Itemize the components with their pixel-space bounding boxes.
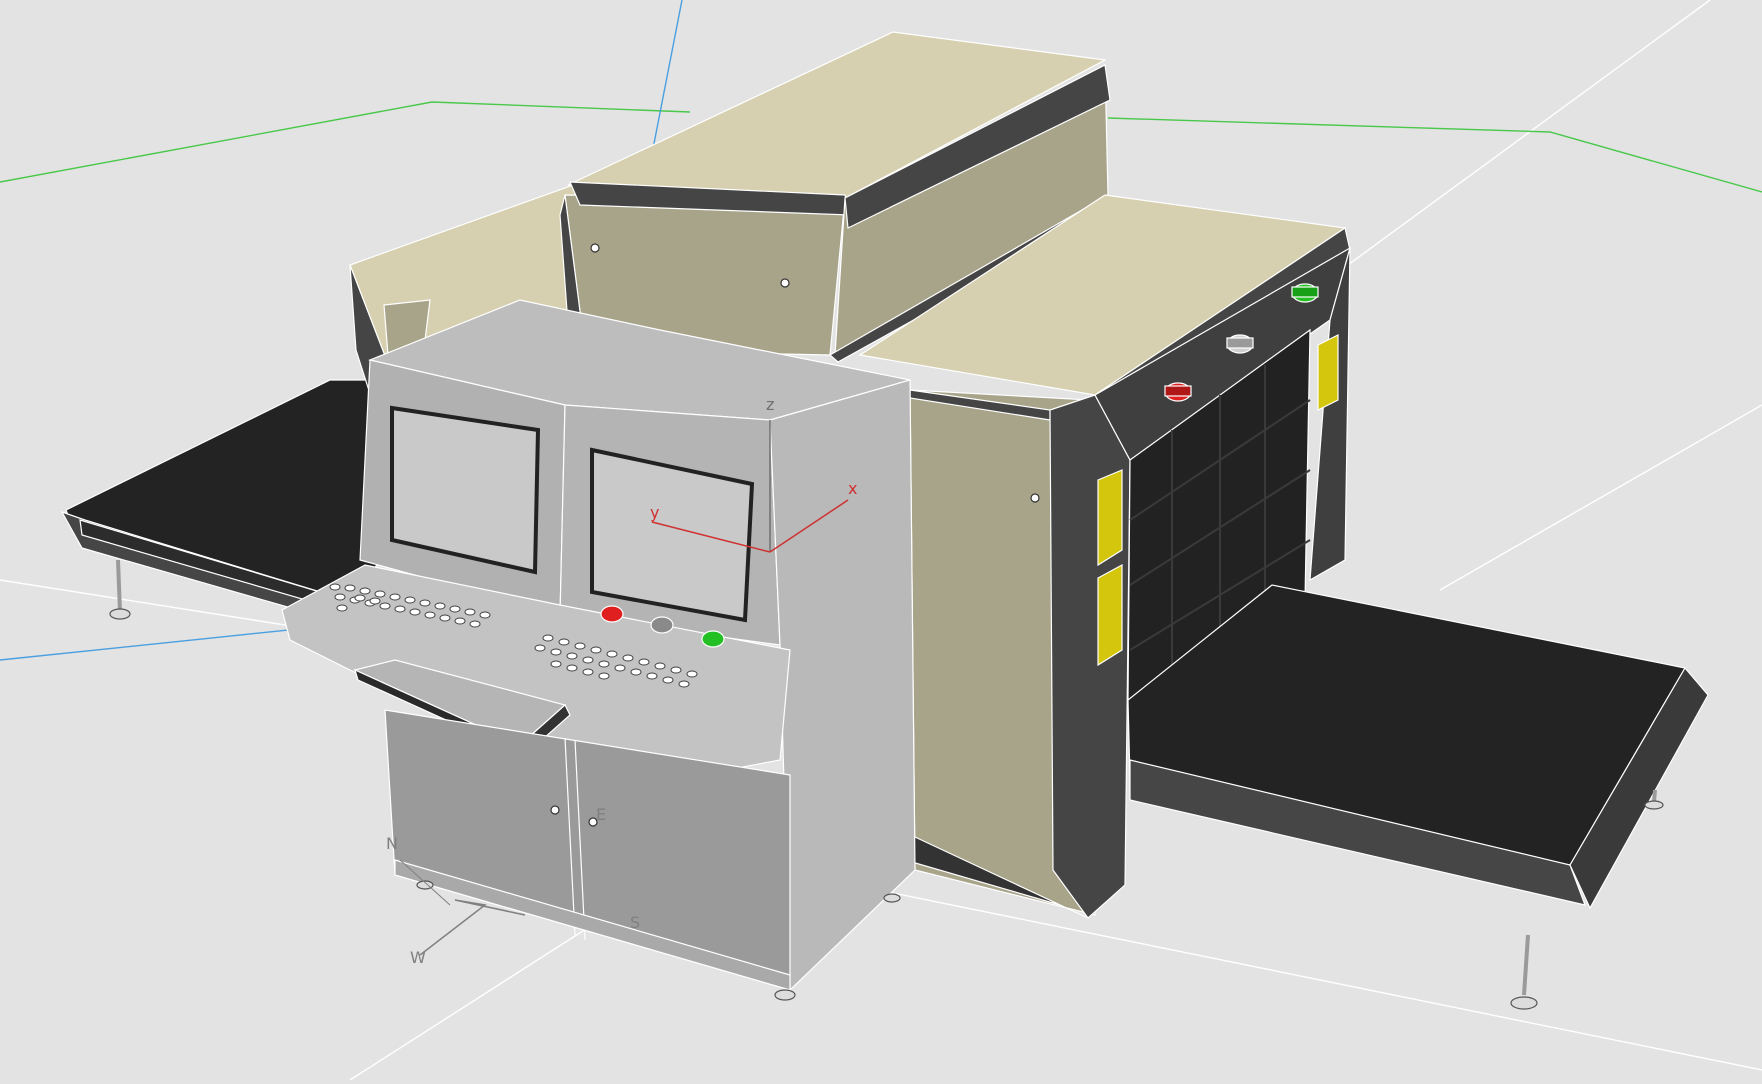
compass-west: W bbox=[410, 948, 426, 967]
3d-viewport[interactable]: z x y N E S W bbox=[0, 0, 1762, 1081]
console-red-light bbox=[600, 605, 624, 623]
console-gray-light bbox=[650, 616, 674, 634]
compass-south: S bbox=[630, 913, 640, 932]
green-axis-line-right bbox=[1107, 117, 1762, 193]
housing-green-light bbox=[1291, 283, 1319, 303]
housing-gray-light bbox=[1226, 334, 1254, 354]
gizmo-z-label: z bbox=[766, 395, 774, 414]
gizmo-y-label: y bbox=[650, 503, 659, 522]
gizmo-x-label: x bbox=[848, 479, 857, 498]
compass-north: N bbox=[386, 834, 398, 853]
green-axis-line bbox=[0, 101, 691, 183]
compass-east: E bbox=[596, 805, 606, 824]
housing-red-light bbox=[1164, 382, 1192, 402]
console-green-light bbox=[701, 630, 725, 648]
right-conveyor[interactable] bbox=[1127, 584, 1709, 1010]
